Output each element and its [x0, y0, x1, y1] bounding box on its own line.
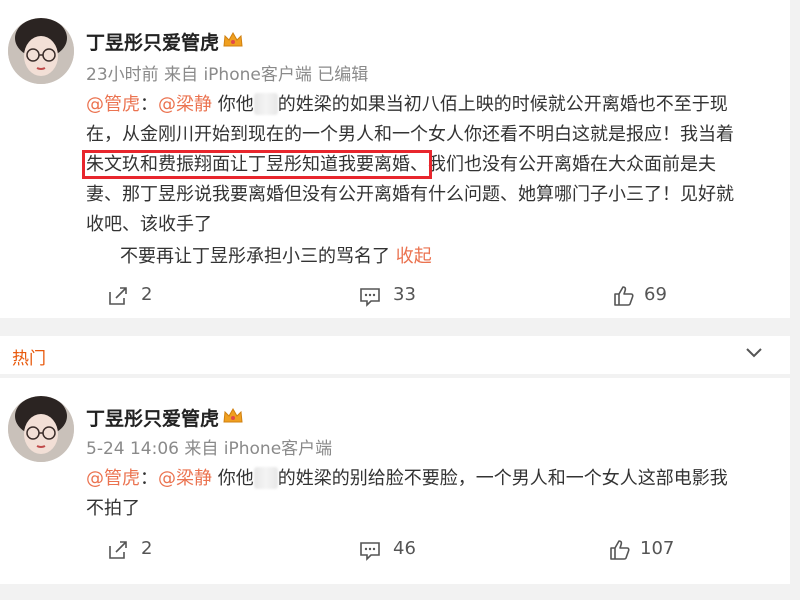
- like-icon: [610, 540, 630, 560]
- content-line-2: 不拍了: [86, 498, 140, 519]
- chevron-down-icon[interactable]: [744, 346, 764, 360]
- post-content: @管虎：@梁静 你他 的姓梁的如果当初八佰上映的时候就公开离婚也不至于现 在，从金…: [82, 90, 776, 240]
- mention-link[interactable]: @梁静: [158, 94, 212, 115]
- comment-button[interactable]: 33: [358, 284, 438, 308]
- mention-link[interactable]: @梁静: [158, 468, 212, 489]
- content-line-4: 妻、那丁昱彤说我要离婚但没有公开离婚有什么问题、她算哪门子小三了！见好就: [86, 184, 734, 205]
- mention-link[interactable]: @管虎: [86, 468, 140, 489]
- mention-link[interactable]: @管虎: [86, 94, 140, 115]
- avatar[interactable]: [8, 18, 74, 84]
- subline: 不要再让丁昱彤承担小三的骂名了 收起: [120, 242, 432, 268]
- content-text: 我们也没有公开离婚在大众面前是夫: [428, 154, 716, 175]
- content-text: 的姓梁的如果当初八佰上映的时候就公开离婚也不至于现: [277, 94, 728, 115]
- comment-count: 46: [393, 538, 416, 559]
- repost-count: 2: [141, 538, 153, 559]
- comment-count: 33: [393, 284, 416, 305]
- repost-count: 2: [141, 284, 153, 305]
- content-text: 的姓梁的别给脸不要脸，一个男人和一个女人这部电影我: [277, 468, 728, 489]
- post-meta: 23小时前 来自 iPhone客户端 已编辑: [86, 65, 369, 85]
- username[interactable]: 丁昱彤只爱管虎: [86, 28, 219, 55]
- content-line-3: 朱文玖和费振翔面让丁昱彤知道我要离婚、我们也没有公开离婚在大众面前是夫: [82, 150, 776, 180]
- content-line-2: 在，从金刚川开始到现在的一个男人和一个女人你还看不明白这就是报应！我当着: [86, 124, 734, 145]
- separator: ：: [140, 94, 158, 115]
- post-meta: 5-24 14:06 来自 iPhone客户端: [86, 439, 333, 459]
- collapse-link[interactable]: 收起: [396, 246, 432, 267]
- avatar-image: [8, 396, 74, 462]
- username[interactable]: 丁昱彤只爱管虎: [86, 404, 219, 431]
- post-card: 丁昱彤只爱管虎 5-24 14:06 来自 iPhone客户端 @管虎：@梁静 …: [0, 378, 790, 584]
- content-text: 你他: [217, 94, 254, 115]
- comment-button[interactable]: 46: [358, 538, 438, 562]
- avatar-image: [8, 18, 74, 84]
- like-count: 107: [640, 538, 675, 559]
- hot-section-header: 热门: [0, 336, 790, 374]
- highlighted-text: 朱文玖和费振翔面让丁昱彤知道我要离婚、: [82, 150, 432, 179]
- repost-button[interactable]: 2: [106, 284, 186, 308]
- repost-icon: [109, 541, 127, 559]
- crown-badge-icon: [223, 407, 243, 423]
- subline-text: 不要再让丁昱彤承担小三的骂名了: [120, 246, 390, 267]
- post-content: @管虎：@梁静 你他 的姓梁的别给脸不要脸，一个男人和一个女人这部电影我 不拍了: [86, 464, 776, 524]
- censor-blur: [253, 93, 278, 115]
- comment-icon: [360, 288, 380, 307]
- censor-blur: [253, 467, 278, 489]
- crown-badge-icon: [223, 31, 243, 47]
- like-button[interactable]: 107: [608, 538, 698, 562]
- hot-label: 热门: [12, 349, 46, 369]
- like-count: 69: [644, 284, 667, 305]
- like-icon: [614, 286, 634, 306]
- avatar[interactable]: [8, 396, 74, 462]
- post-card: 丁昱彤只爱管虎 23小时前 来自 iPhone客户端 已编辑 @管虎：@梁静 你…: [0, 0, 790, 318]
- like-button[interactable]: 69: [612, 284, 692, 308]
- repost-icon: [109, 287, 127, 305]
- content-line-1: @管虎：@梁静 你他 的姓梁的如果当初八佰上映的时候就公开离婚也不至于现: [86, 90, 776, 120]
- separator: ：: [140, 468, 158, 489]
- content-text: 你他: [217, 468, 254, 489]
- comment-icon: [360, 542, 380, 561]
- content-line-1: @管虎：@梁静 你他 的姓梁的别给脸不要脸，一个男人和一个女人这部电影我: [86, 464, 776, 494]
- repost-button[interactable]: 2: [106, 538, 186, 562]
- content-line-5: 收吧、该收手了: [86, 214, 212, 235]
